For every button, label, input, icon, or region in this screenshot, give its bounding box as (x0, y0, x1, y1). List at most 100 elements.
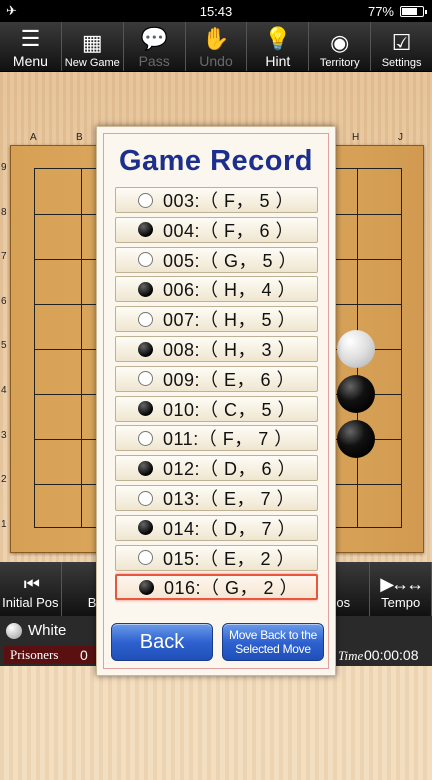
black-stone-icon (139, 579, 154, 595)
white-stone-icon (6, 622, 22, 639)
row-label: 5 (1, 340, 7, 352)
black-stone-icon (138, 281, 153, 297)
toolbar-label: Undo (199, 53, 233, 69)
white-stone (337, 330, 375, 368)
toolbar-undo-button[interactable]: ✋ Undo (186, 22, 248, 71)
record-text: 005:（ G， 5 ） (163, 250, 298, 271)
white-stone-icon (138, 311, 153, 327)
speech-bubble-icon: 💬 (140, 26, 168, 51)
record-text: 006:（ H， 4 ） (163, 280, 297, 301)
record-item[interactable]: 014:（ D， 7 ） (115, 514, 318, 541)
toolbar-menu-button[interactable]: ☰ Menu (0, 22, 62, 71)
menu-icon: ☰ (20, 26, 41, 51)
record-item[interactable]: 004:（ F， 6 ） (115, 216, 318, 243)
toolbar-label: Hint (265, 53, 291, 69)
grid-icon: ▦ (81, 30, 103, 55)
record-text: 008:（ H， 3 ） (163, 340, 297, 360)
dialog-title: Game Record (118, 145, 314, 177)
row-label: 1 (1, 518, 7, 530)
shapes-icon: ◉ (330, 30, 350, 55)
record-item[interactable]: 011:（ F， 7 ） (115, 425, 318, 452)
column-label: B (76, 132, 83, 143)
white-stone-icon (138, 371, 153, 387)
toolbar-pass-button[interactable]: 💬 Pass (124, 22, 186, 71)
record-item[interactable]: 003:（ F， 5 ） (115, 187, 318, 213)
record-item[interactable]: 007:（ H， 5 ） (115, 306, 318, 333)
record-text: 012:（ D， 6 ） (163, 459, 297, 480)
column-label: A (30, 132, 37, 143)
status-bar: ✈ 15:43 77% (0, 0, 432, 22)
battery-fill (402, 8, 418, 15)
toolbar-label: Settings (381, 57, 422, 69)
black-stone-icon (138, 341, 153, 357)
record-text: 010:（ C， 5 ） (163, 399, 297, 420)
toolbar-hint-button[interactable]: 💡 Hint (247, 22, 310, 71)
record-item[interactable]: 005:（ G， 5 ） (115, 246, 318, 273)
time-value: 00:00:08 (364, 647, 419, 663)
toolbar-label: Menu (12, 53, 48, 69)
back-button[interactable]: Back (111, 623, 213, 661)
battery-percent: 77% (367, 4, 394, 19)
record-item[interactable]: 006:（ H， 4 ） (115, 276, 318, 303)
skip-to-start-icon: ⏮ (23, 574, 40, 594)
toolbar-label: New Game (64, 57, 120, 69)
record-text: 013:（ E， 7 ） (163, 489, 296, 509)
record-item[interactable]: 015:（ E， 2 ） (115, 544, 318, 571)
row-label: 3 (1, 429, 7, 441)
black-stone (337, 420, 375, 458)
record-text: 007:（ H， 5 ） (163, 310, 297, 331)
white-stone-icon (138, 192, 153, 208)
record-item[interactable]: 012:（ D， 6 ） (115, 455, 318, 482)
toolbar-label: Pass (138, 53, 170, 69)
toolbar-new-game-button[interactable]: ▦ New Game (62, 22, 124, 71)
white-stone-icon (138, 550, 153, 566)
toolbar-territory-button[interactable]: ◉ Territory (309, 22, 372, 71)
toolbar-settings-button[interactable]: ☑ Settings (371, 22, 432, 71)
battery-icon (400, 6, 427, 17)
nav-label: Initial Pos (2, 595, 59, 610)
record-item[interactable]: 013:（ E， 7 ） (115, 485, 318, 511)
record-text: 003:（ F， 5 ） (163, 191, 295, 211)
toolbar-label: Territory (319, 57, 360, 69)
row-label: 6 (1, 295, 7, 307)
row-label: 7 (1, 251, 7, 263)
row-label: 4 (1, 385, 7, 396)
black-stone-icon (138, 460, 153, 476)
black-stone-icon (138, 520, 153, 536)
current-player: White (6, 622, 66, 639)
row-label: 9 (1, 162, 7, 173)
game-record-dialog: Game Record 003:（ F， 5 ） 004:（ F， 6 ） 005:… (96, 126, 336, 676)
record-item[interactable]: 010:（ C， 5 ） (115, 395, 318, 422)
record-item[interactable]: 009:（ E， 6 ） (115, 365, 318, 392)
record-text: 004:（ F， 6 ） (163, 220, 295, 241)
top-toolbar: ☰ Menu ▦ New Game 💬 Pass ✋ Undo 💡 Hint ◉ Territory ☑… (0, 22, 432, 72)
white-stone-icon (138, 252, 153, 268)
record-text: 009:（ E， 6 ） (163, 369, 296, 390)
record-text: 015:（ E， 2 ） (163, 548, 296, 569)
row-label: 8 (1, 206, 7, 218)
move-back-to-selected-button[interactable]: Move Back to the Selected Move (222, 623, 324, 661)
time-label: Time (338, 648, 364, 663)
nav-button-6[interactable]: ▶↔↔ Tempo (370, 562, 432, 616)
checkbox-icon: ☑ (391, 30, 412, 55)
prisoners-count: 0 (80, 647, 88, 663)
column-label: H (352, 132, 360, 143)
record-text: 011:（ F， 7 ） (163, 429, 293, 450)
column-label: J (398, 132, 403, 143)
black-stone-icon (138, 222, 153, 238)
lightbulb-icon: 💡 (264, 26, 292, 51)
record-text: 014:（ D， 7 ） (163, 518, 297, 539)
record-item[interactable]: 008:（ H， 3 ） (115, 336, 318, 362)
player-label: White (28, 622, 67, 639)
nav-button-0[interactable]: ⏮ Initial Pos (0, 562, 62, 616)
row-label: 2 (1, 474, 7, 486)
nav-label: Tempo (381, 595, 421, 610)
white-stone-icon (138, 430, 153, 446)
black-stone (337, 375, 375, 413)
black-stone-icon (138, 401, 153, 417)
record-item[interactable]: 016:（ G， 2 ） (115, 574, 318, 601)
white-stone-icon (138, 490, 153, 506)
hand-icon: ✋ (202, 26, 230, 51)
record-text: 016:（ G， 2 ） (164, 578, 299, 599)
play-tempo-icon: ▶↔↔ (380, 574, 424, 594)
